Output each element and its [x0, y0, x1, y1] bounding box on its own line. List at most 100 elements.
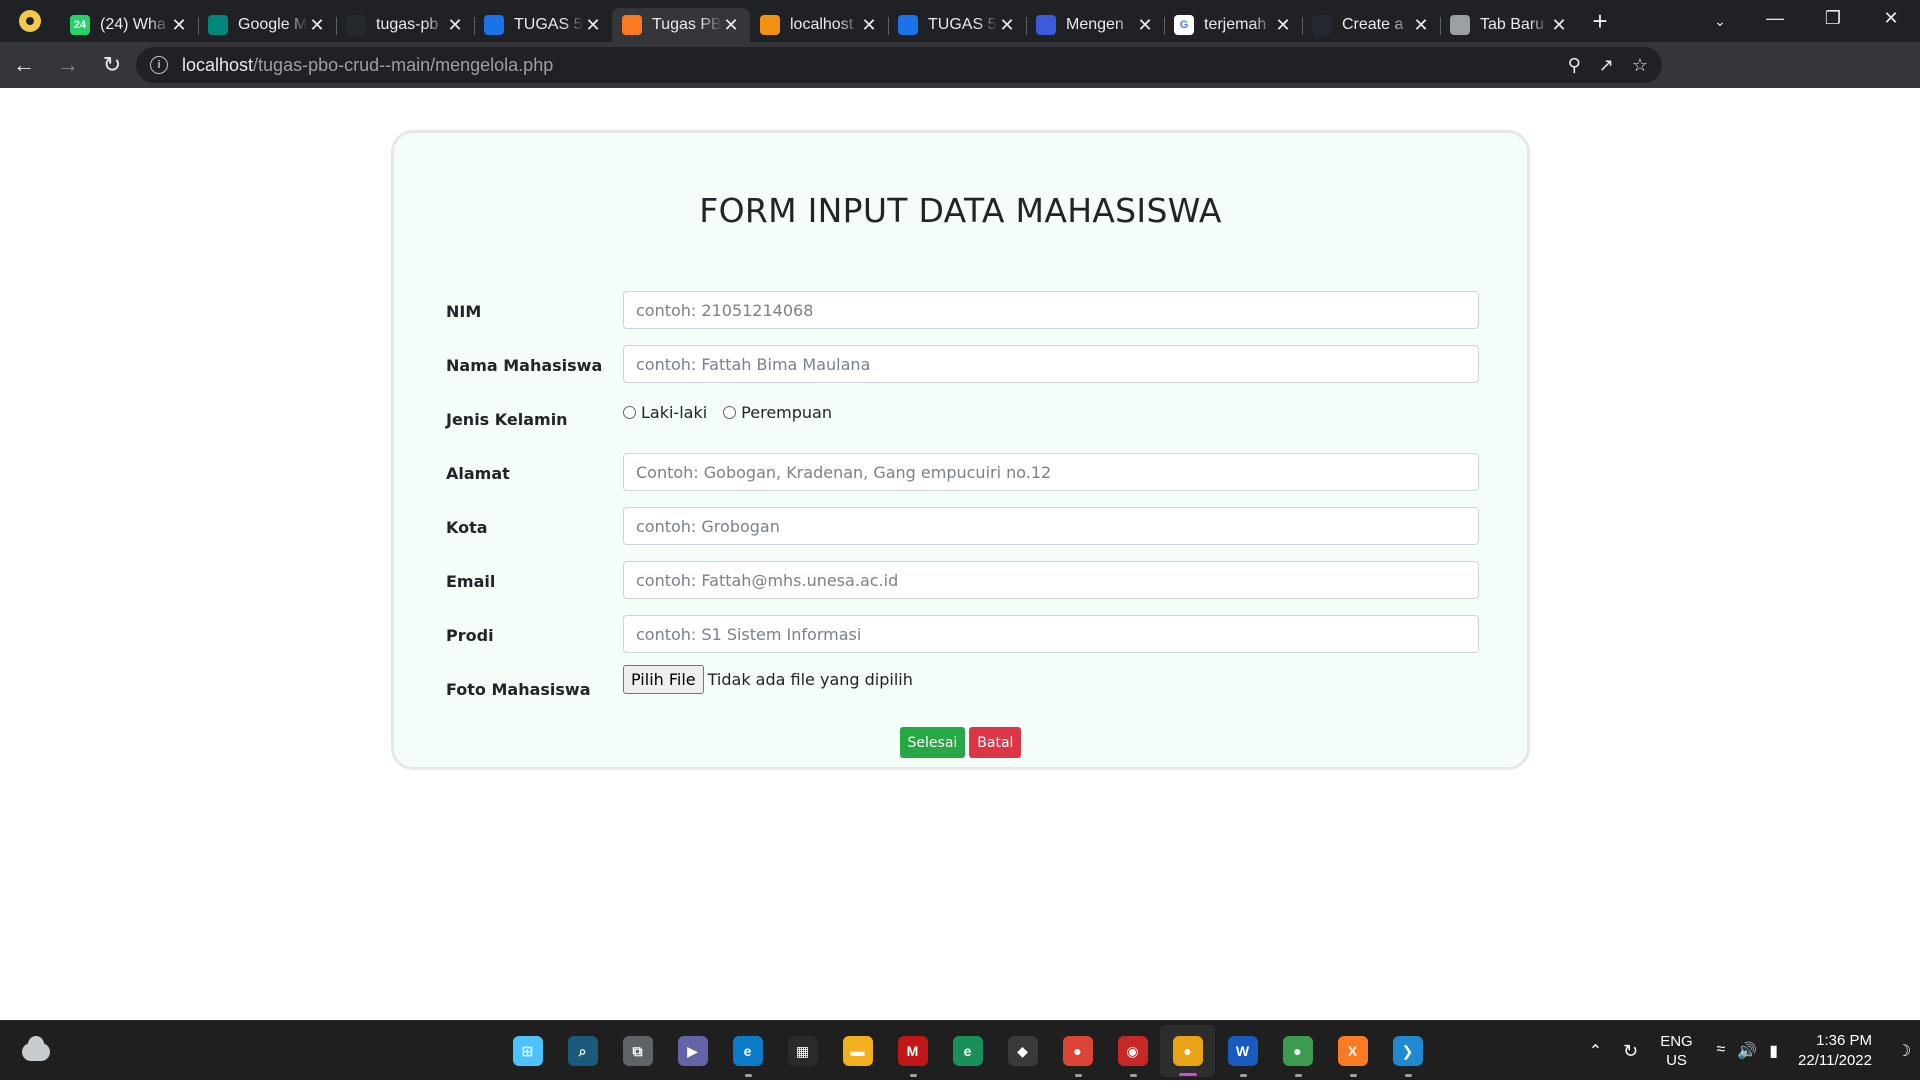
zoom-icon[interactable]: ⚲: [1568, 55, 1581, 76]
nama-row: Nama Mahasiswa: [394, 345, 1527, 385]
minimize-icon[interactable]: —: [1746, 0, 1804, 36]
nim-input[interactable]: [623, 291, 1479, 329]
browser-tab[interactable]: Mengen ✕: [1026, 8, 1164, 42]
file-explorer-icon: ▬: [842, 1036, 873, 1066]
close-window-icon[interactable]: ✕: [1862, 0, 1920, 36]
browser-tab[interactable]: Gterjemah ✕: [1164, 8, 1302, 42]
close-tab-icon[interactable]: ✕: [860, 16, 878, 34]
taskbar-button[interactable]: W: [1215, 1021, 1270, 1081]
onedrive-sync-icon[interactable]: ↻: [1610, 1041, 1650, 1062]
taskbar-button[interactable]: ●: [1050, 1021, 1105, 1081]
radio-perempuan[interactable]: Perempuan: [723, 403, 832, 422]
weather-widget-icon[interactable]: [22, 1036, 50, 1061]
taskbar-button[interactable]: ❯: [1380, 1021, 1435, 1081]
google-icon: G: [1174, 15, 1194, 35]
tab-search-icon[interactable]: ⌄: [1702, 6, 1738, 36]
browser-tab[interactable]: TUGAS 5 ✕: [474, 8, 612, 42]
address-bar[interactable]: i localhost/tugas-pbo-crud--main/mengelo…: [136, 47, 1662, 83]
taskbar-button[interactable]: e: [720, 1021, 775, 1081]
back-icon[interactable]: ←: [4, 45, 44, 85]
wifi-icon: ≈: [1716, 1041, 1726, 1058]
mcafee-icon: M: [897, 1036, 928, 1066]
battery-icon: ▮: [1769, 1043, 1778, 1060]
nama-input[interactable]: [623, 345, 1479, 383]
show-hidden-icons-icon[interactable]: ⌃: [1580, 1041, 1610, 1061]
browser-tab[interactable]: Google M ✕: [198, 8, 336, 42]
taskbar-button[interactable]: X: [1325, 1021, 1380, 1081]
language-region: US: [1666, 1052, 1687, 1069]
submit-button[interactable]: Selesai: [899, 727, 966, 758]
running-indicator: [1129, 1074, 1137, 1077]
browser-tab[interactable]: Tugas PB ✕: [612, 8, 750, 42]
taskbar-button[interactable]: ⊞: [500, 1021, 555, 1081]
taskbar-button[interactable]: ▶: [665, 1021, 720, 1081]
radio-circle-icon[interactable]: [723, 406, 737, 419]
share-icon[interactable]: ↗: [1599, 55, 1614, 76]
browser-tab[interactable]: Tab Baru ✕: [1440, 8, 1578, 42]
jenis-kelamin-row: Jenis Kelamin Laki-laki Perempuan: [394, 399, 1527, 439]
radio-circle-icon[interactable]: [623, 406, 636, 419]
taskbar-button[interactable]: ⧉: [610, 1021, 665, 1081]
browser-tab[interactable]: localhost ✕: [750, 8, 888, 42]
kota-input[interactable]: [623, 507, 1479, 545]
forward-icon[interactable]: →: [48, 45, 88, 85]
github-icon: [346, 15, 366, 35]
new-tab-button[interactable]: +: [1578, 0, 1622, 42]
taskbar-button[interactable]: ●: [1270, 1021, 1325, 1081]
chrome-profile-icon[interactable]: [0, 0, 60, 42]
taskbar-button[interactable]: ⌕: [555, 1021, 610, 1081]
close-tab-icon[interactable]: ✕: [1550, 16, 1568, 34]
taskbar-button[interactable]: ▬: [830, 1021, 885, 1081]
browser-tab-label: TUGAS 5: [514, 16, 583, 33]
close-tab-icon[interactable]: ✕: [584, 16, 602, 34]
language-indicator[interactable]: ENG US: [1650, 1032, 1702, 1070]
bookmark-star-icon[interactable]: ☆: [1632, 55, 1648, 76]
close-tab-icon[interactable]: ✕: [170, 16, 188, 34]
camera-recorder-icon: ◉: [1117, 1036, 1148, 1066]
close-tab-icon[interactable]: ✕: [308, 16, 326, 34]
word-icon: W: [1227, 1036, 1258, 1066]
browser-tab[interactable]: 24 (24) Wha ✕: [60, 8, 198, 42]
quick-settings[interactable]: ≈ 🔊 ▮: [1716, 1041, 1778, 1061]
phpmyadmin-icon: [760, 15, 780, 35]
taskbar-button[interactable]: ◆: [995, 1021, 1050, 1081]
browser-tab[interactable]: TUGAS 5 ✕: [888, 8, 1026, 42]
taskbar-button[interactable]: e: [940, 1021, 995, 1081]
reload-icon[interactable]: ↻: [92, 45, 132, 85]
radio-laki-laki[interactable]: Laki-laki: [623, 403, 707, 422]
close-tab-icon[interactable]: ✕: [1136, 16, 1154, 34]
xampp-icon: [622, 15, 642, 35]
close-tab-icon[interactable]: ✕: [998, 16, 1016, 34]
close-tab-icon[interactable]: ✕: [722, 16, 740, 34]
taskbar-button[interactable]: ●: [1160, 1025, 1215, 1077]
focus-assist-icon[interactable]: ☽: [1888, 1041, 1920, 1061]
taskbar-button[interactable]: ◉: [1105, 1021, 1160, 1081]
alamat-row: Alamat: [394, 453, 1527, 493]
browser-tab[interactable]: tugas-pb ✕: [336, 8, 474, 42]
restore-icon[interactable]: ❐: [1804, 0, 1862, 36]
close-tab-icon[interactable]: ✕: [1274, 16, 1292, 34]
edge-dev-icon: e: [952, 1036, 983, 1066]
clock[interactable]: 1:36 PM 22/11/2022: [1792, 1031, 1872, 1071]
site-info-icon[interactable]: i: [150, 56, 168, 74]
nim-row: NIM: [394, 291, 1527, 331]
prodi-input[interactable]: [623, 615, 1479, 653]
close-tab-icon[interactable]: ✕: [446, 16, 464, 34]
running-indicator: [744, 1074, 752, 1077]
url-path: /tugas-pbo-crud--main/mengelola.php: [253, 54, 554, 75]
taskbar-button[interactable]: ▦: [775, 1021, 830, 1081]
browser-tab[interactable]: Create a ✕: [1302, 8, 1440, 42]
taskbar-button[interactable]: M: [885, 1021, 940, 1081]
jenis-kelamin-label: Jenis Kelamin: [446, 410, 568, 429]
running-indicator: [1074, 1074, 1082, 1077]
choose-file-button[interactable]: Pilih File: [623, 665, 704, 694]
chrome-dev-icon: ●: [1282, 1036, 1313, 1066]
tab-list: 24 (24) Wha ✕ Google M ✕ tugas-pb ✕ TUGAS 5 ✕ Tug…: [60, 0, 1578, 42]
alamat-input[interactable]: [623, 453, 1479, 491]
email-input[interactable]: [623, 561, 1479, 599]
edge-icon: e: [732, 1036, 763, 1066]
close-tab-icon[interactable]: ✕: [1412, 16, 1430, 34]
radio-perempuan-label: Perempuan: [741, 403, 832, 422]
alamat-label: Alamat: [446, 464, 510, 483]
cancel-button[interactable]: Batal: [969, 727, 1022, 758]
